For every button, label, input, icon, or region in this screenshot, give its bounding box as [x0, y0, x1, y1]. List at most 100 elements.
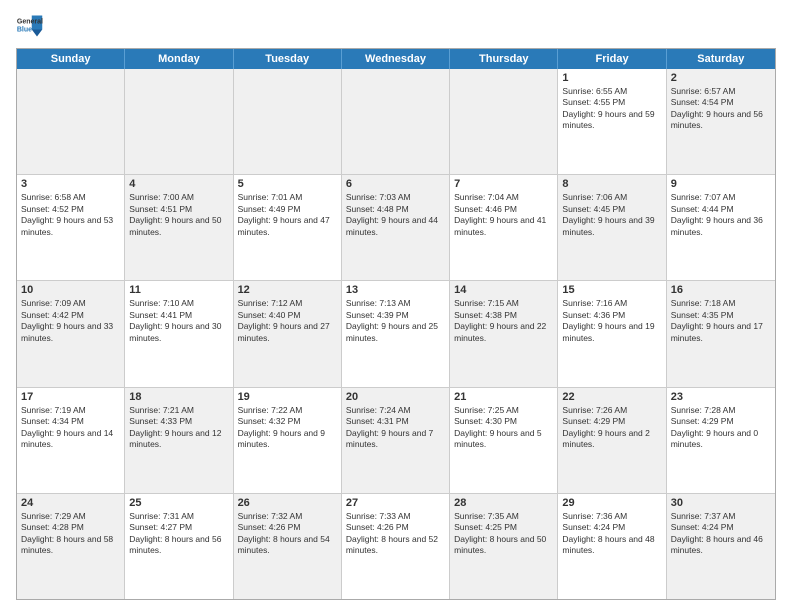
day-info: Sunrise: 7:10 AM Sunset: 4:41 PM Dayligh…	[129, 298, 228, 344]
header-day-monday: Monday	[125, 49, 233, 69]
cal-cell-7: 7Sunrise: 7:04 AM Sunset: 4:46 PM Daylig…	[450, 175, 558, 280]
day-number: 6	[346, 178, 445, 190]
cal-row-3: 17 Sunrise: 7:19 AM Sunset: 4:34 PM Dayli…	[17, 388, 775, 494]
day-number: 10	[21, 284, 120, 296]
day-number: 22	[562, 391, 661, 403]
day-number: 4	[129, 178, 228, 190]
day-number: 17	[21, 391, 120, 403]
header-day-tuesday: Tuesday	[234, 49, 342, 69]
day-info: Sunrise: 7:32 AM Sunset: 4:26 PM Dayligh…	[238, 511, 337, 557]
header-day-saturday: Saturday	[667, 49, 775, 69]
day-info: Sunrise: 7:35 AM Sunset: 4:25 PM Dayligh…	[454, 511, 553, 557]
logo-icon: General Blue	[16, 12, 44, 40]
cal-cell-3: 3 Sunrise: 6:58 AM Sunset: 4:52 PM Daylig…	[17, 175, 125, 280]
day-info: Sunrise: 7:12 AM Sunset: 4:40 PM Dayligh…	[238, 298, 337, 344]
day-number: 26	[238, 497, 337, 509]
cal-cell-28: 28Sunrise: 7:35 AM Sunset: 4:25 PM Dayli…	[450, 494, 558, 599]
day-number: 24	[21, 497, 120, 509]
cal-cell-24: 24 Sunrise: 7:29 AM Sunset: 4:28 PM Dayli…	[17, 494, 125, 599]
header-day-wednesday: Wednesday	[342, 49, 450, 69]
calendar: SundayMondayTuesdayWednesdayThursdayFrid…	[16, 48, 776, 600]
cal-cell-11: 11 Sunrise: 7:10 AM Sunset: 4:41 PM Dayli…	[125, 281, 233, 386]
day-number: 18	[129, 391, 228, 403]
day-number: 9	[671, 178, 771, 190]
day-number: 25	[129, 497, 228, 509]
day-info: Sunrise: 6:58 AM Sunset: 4:52 PM Dayligh…	[21, 192, 120, 238]
day-number: 2	[671, 72, 771, 84]
cal-cell-empty-0-3	[342, 69, 450, 174]
cal-cell-10: 10 Sunrise: 7:09 AM Sunset: 4:42 PM Dayli…	[17, 281, 125, 386]
day-number: 8	[562, 178, 661, 190]
day-info: Sunrise: 7:01 AM Sunset: 4:49 PM Dayligh…	[238, 192, 337, 238]
day-number: 1	[562, 72, 661, 84]
day-info: Sunrise: 7:16 AM Sunset: 4:36 PM Dayligh…	[562, 298, 661, 344]
cal-cell-18: 18Sunrise: 7:21 AM Sunset: 4:33 PM Dayli…	[125, 388, 233, 493]
cal-cell-1: 1 Sunrise: 6:55 AM Sunset: 4:55 PM Daylig…	[558, 69, 666, 174]
cal-cell-empty-0-0	[17, 69, 125, 174]
day-number: 16	[671, 284, 771, 296]
day-number: 5	[238, 178, 337, 190]
cal-cell-4: 4 Sunrise: 7:00 AM Sunset: 4:51 PM Daylig…	[125, 175, 233, 280]
day-info: Sunrise: 7:19 AM Sunset: 4:34 PM Dayligh…	[21, 405, 120, 451]
day-info: Sunrise: 7:00 AM Sunset: 4:51 PM Dayligh…	[129, 192, 228, 238]
cal-cell-16: 16 Sunrise: 7:18 AM Sunset: 4:35 PM Dayli…	[667, 281, 775, 386]
day-number: 29	[562, 497, 661, 509]
day-info: Sunrise: 7:25 AM Sunset: 4:30 PM Dayligh…	[454, 405, 553, 451]
day-number: 27	[346, 497, 445, 509]
day-info: Sunrise: 6:55 AM Sunset: 4:55 PM Dayligh…	[562, 86, 661, 132]
day-number: 19	[238, 391, 337, 403]
day-info: Sunrise: 7:09 AM Sunset: 4:42 PM Dayligh…	[21, 298, 120, 344]
cal-row-4: 24 Sunrise: 7:29 AM Sunset: 4:28 PM Dayli…	[17, 494, 775, 599]
cal-cell-14: 14 Sunrise: 7:15 AM Sunset: 4:38 PM Dayli…	[450, 281, 558, 386]
cal-cell-26: 26 Sunrise: 7:32 AM Sunset: 4:26 PM Dayli…	[234, 494, 342, 599]
day-number: 14	[454, 284, 553, 296]
day-info: Sunrise: 6:57 AM Sunset: 4:54 PM Dayligh…	[671, 86, 771, 132]
day-info: Sunrise: 7:24 AM Sunset: 4:31 PM Dayligh…	[346, 405, 445, 451]
cal-cell-20: 20 Sunrise: 7:24 AM Sunset: 4:31 PM Dayli…	[342, 388, 450, 493]
day-number: 13	[346, 284, 445, 296]
cal-cell-12: 12Sunrise: 7:12 AM Sunset: 4:40 PM Dayli…	[234, 281, 342, 386]
day-info: Sunrise: 7:36 AM Sunset: 4:24 PM Dayligh…	[562, 511, 661, 557]
day-number: 30	[671, 497, 771, 509]
calendar-body: 1 Sunrise: 6:55 AM Sunset: 4:55 PM Daylig…	[17, 69, 775, 599]
day-info: Sunrise: 7:03 AM Sunset: 4:48 PM Dayligh…	[346, 192, 445, 238]
cal-row-2: 10 Sunrise: 7:09 AM Sunset: 4:42 PM Dayli…	[17, 281, 775, 387]
cal-cell-23: 23 Sunrise: 7:28 AM Sunset: 4:29 PM Dayli…	[667, 388, 775, 493]
cal-cell-19: 19 Sunrise: 7:22 AM Sunset: 4:32 PM Dayli…	[234, 388, 342, 493]
page: General Blue SundayMondayTuesdayWednesda…	[0, 0, 792, 612]
header-day-sunday: Sunday	[17, 49, 125, 69]
cal-cell-empty-0-4	[450, 69, 558, 174]
day-info: Sunrise: 7:22 AM Sunset: 4:32 PM Dayligh…	[238, 405, 337, 451]
cal-cell-2: 2 Sunrise: 6:57 AM Sunset: 4:54 PM Daylig…	[667, 69, 775, 174]
cal-cell-9: 9 Sunrise: 7:07 AM Sunset: 4:44 PM Daylig…	[667, 175, 775, 280]
logo: General Blue	[16, 12, 44, 40]
cal-cell-5: 5 Sunrise: 7:01 AM Sunset: 4:49 PM Daylig…	[234, 175, 342, 280]
day-info: Sunrise: 7:28 AM Sunset: 4:29 PM Dayligh…	[671, 405, 771, 451]
cal-cell-8: 8Sunrise: 7:06 AM Sunset: 4:45 PM Daylig…	[558, 175, 666, 280]
cal-cell-6: 6 Sunrise: 7:03 AM Sunset: 4:48 PM Daylig…	[342, 175, 450, 280]
cal-cell-27: 27 Sunrise: 7:33 AM Sunset: 4:26 PM Dayli…	[342, 494, 450, 599]
cal-cell-30: 30Sunrise: 7:37 AM Sunset: 4:24 PM Dayli…	[667, 494, 775, 599]
header: General Blue	[16, 12, 776, 40]
day-number: 15	[562, 284, 661, 296]
day-info: Sunrise: 7:18 AM Sunset: 4:35 PM Dayligh…	[671, 298, 771, 344]
svg-text:Blue: Blue	[17, 26, 32, 33]
header-day-friday: Friday	[558, 49, 666, 69]
day-number: 20	[346, 391, 445, 403]
cal-cell-17: 17 Sunrise: 7:19 AM Sunset: 4:34 PM Dayli…	[17, 388, 125, 493]
day-info: Sunrise: 7:33 AM Sunset: 4:26 PM Dayligh…	[346, 511, 445, 557]
calendar-header: SundayMondayTuesdayWednesdayThursdayFrid…	[17, 49, 775, 69]
day-number: 3	[21, 178, 120, 190]
cal-cell-22: 22Sunrise: 7:26 AM Sunset: 4:29 PM Dayli…	[558, 388, 666, 493]
cal-row-0: 1 Sunrise: 6:55 AM Sunset: 4:55 PM Daylig…	[17, 69, 775, 175]
cal-cell-13: 13Sunrise: 7:13 AM Sunset: 4:39 PM Dayli…	[342, 281, 450, 386]
day-info: Sunrise: 7:07 AM Sunset: 4:44 PM Dayligh…	[671, 192, 771, 238]
day-info: Sunrise: 7:31 AM Sunset: 4:27 PM Dayligh…	[129, 511, 228, 557]
day-number: 23	[671, 391, 771, 403]
cal-cell-empty-0-2	[234, 69, 342, 174]
day-number: 11	[129, 284, 228, 296]
day-info: Sunrise: 7:29 AM Sunset: 4:28 PM Dayligh…	[21, 511, 120, 557]
cal-cell-21: 21Sunrise: 7:25 AM Sunset: 4:30 PM Dayli…	[450, 388, 558, 493]
header-day-thursday: Thursday	[450, 49, 558, 69]
day-info: Sunrise: 7:15 AM Sunset: 4:38 PM Dayligh…	[454, 298, 553, 344]
